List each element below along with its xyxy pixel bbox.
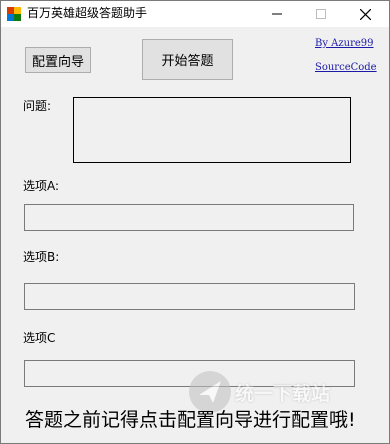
config-wizard-button[interactable]: 配置向导	[25, 47, 91, 73]
main-window: 百万英雄超级答题助手 配置向导 开始答题 By Azure99 SourceCo…	[0, 0, 390, 444]
option-a-label: 选项A:	[23, 179, 60, 193]
option-b-field[interactable]	[24, 283, 355, 310]
minimize-button[interactable]	[255, 1, 299, 27]
minimize-icon	[272, 13, 282, 15]
maximize-button[interactable]	[299, 1, 343, 27]
maximize-icon	[316, 9, 326, 19]
author-link[interactable]: By Azure99	[315, 38, 374, 49]
option-c-label: 选项C	[23, 331, 56, 345]
window-title: 百万英雄超级答题助手	[27, 6, 148, 20]
option-a-field[interactable]	[24, 204, 354, 231]
title-bar[interactable]: 百万英雄超级答题助手	[1, 1, 389, 27]
question-label: 问题:	[23, 99, 52, 113]
hint-text: 答题之前记得点击配置向导进行配置哦!	[25, 409, 356, 431]
option-b-label: 选项B:	[23, 250, 60, 264]
watermark-text: 统一下载站	[235, 383, 331, 405]
close-icon	[359, 8, 371, 20]
start-answer-button[interactable]: 开始答题	[142, 39, 233, 80]
close-button[interactable]	[343, 1, 387, 27]
app-icon	[7, 7, 21, 21]
source-code-link[interactable]: SourceCode	[315, 62, 377, 73]
question-field[interactable]	[73, 97, 351, 163]
